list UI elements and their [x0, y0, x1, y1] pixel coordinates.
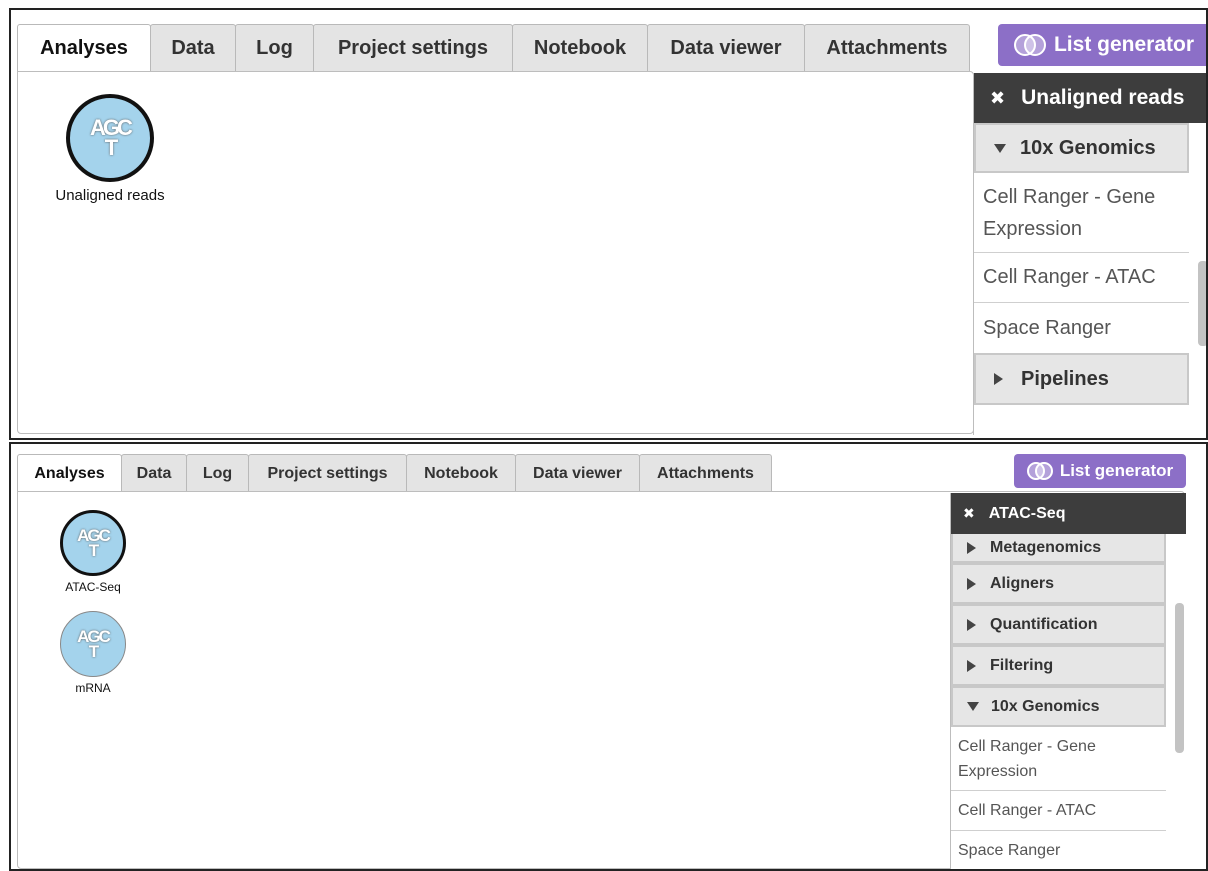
tab-project-settings[interactable]: Project settings: [248, 454, 407, 492]
close-icon[interactable]: ✖: [990, 88, 1005, 109]
task-label: Cell Ranger - Gene Expression: [958, 737, 1096, 780]
group-label: Pipelines: [1021, 367, 1109, 390]
task-label: Cell Ranger - ATAC: [958, 801, 1097, 819]
group-label: Filtering: [990, 656, 1054, 674]
tab-log[interactable]: Log: [186, 454, 249, 492]
tab-notebook[interactable]: Notebook: [406, 454, 516, 492]
tasks-side-panel: ✖ Unaligned reads 10x Genomics Cell Rang…: [973, 73, 1206, 435]
task-label: Cell Ranger - ATAC: [983, 266, 1156, 288]
node-label: ATAC-Seq: [65, 580, 121, 594]
task-cell-ranger-gene-expression[interactable]: Cell Ranger - Gene Expression: [951, 727, 1166, 791]
panel-title: Unaligned reads: [1021, 86, 1185, 109]
tab-bar: Analyses Data Log Project settings Noteb…: [17, 24, 970, 72]
tab-attachments[interactable]: Attachments: [639, 454, 772, 492]
list-generator-label: List generator: [1053, 33, 1195, 56]
venn-icon: [1026, 460, 1055, 482]
group-pipelines[interactable]: Pipelines: [974, 353, 1189, 405]
group-label: 10x Genomics: [1020, 136, 1156, 159]
tasks-side-panel: ✖ ATAC-Seq Metagenomics Aligners Quantif…: [950, 493, 1186, 869]
panel-title: ATAC-Seq: [988, 504, 1066, 522]
panel-scrollbar[interactable]: [1198, 261, 1206, 346]
dna-bases-icon: AGCT: [60, 510, 126, 576]
node-label: mRNA: [75, 681, 111, 695]
tab-data[interactable]: Data: [150, 24, 236, 72]
group-aligners[interactable]: Aligners: [951, 563, 1166, 604]
venn-icon: [1013, 32, 1048, 58]
task-space-ranger[interactable]: Space Ranger: [951, 831, 1166, 869]
tab-data-viewer[interactable]: Data viewer: [515, 454, 640, 492]
tab-analyses[interactable]: Analyses: [17, 24, 151, 72]
bottom-screenshot-panel: Analyses Data Log Project settings Noteb…: [9, 442, 1208, 871]
task-cell-ranger-atac[interactable]: Cell Ranger - ATAC: [974, 253, 1189, 303]
close-icon[interactable]: ✖: [963, 505, 975, 522]
triangle-down-icon: [967, 702, 979, 711]
tab-analyses[interactable]: Analyses: [17, 454, 122, 492]
dna-bases-icon: AGCT: [60, 611, 126, 677]
triangle-down-icon: [994, 143, 1006, 153]
task-cell-ranger-gene-expression[interactable]: Cell Ranger - Gene Expression: [974, 173, 1189, 253]
analysis-canvas[interactable]: AGCT Unaligned reads: [17, 71, 974, 434]
task-label: Space Ranger: [958, 842, 1061, 859]
panel-header: ✖ Unaligned reads: [974, 73, 1206, 123]
group-label: Metagenomics: [990, 538, 1102, 556]
tab-bar: Analyses Data Log Project settings Noteb…: [17, 454, 772, 492]
panel-scrollbar[interactable]: [1175, 603, 1184, 753]
node-unaligned-reads[interactable]: AGCT Unaligned reads: [40, 94, 180, 204]
triangle-right-icon: [967, 659, 976, 672]
tab-data[interactable]: Data: [121, 454, 187, 492]
list-generator-button[interactable]: List generator: [1014, 454, 1186, 488]
triangle-right-icon: [967, 618, 976, 631]
tab-data-viewer[interactable]: Data viewer: [647, 24, 805, 72]
tab-project-settings[interactable]: Project settings: [313, 24, 513, 72]
node-atac-seq[interactable]: AGCT ATAC-Seq: [43, 510, 143, 594]
task-cell-ranger-atac[interactable]: Cell Ranger - ATAC: [951, 791, 1166, 831]
group-10x-genomics[interactable]: 10x Genomics: [951, 686, 1166, 727]
node-mrna[interactable]: AGCT mRNA: [43, 611, 143, 695]
task-label: Space Ranger: [983, 316, 1111, 339]
dna-bases-icon: AGCT: [66, 94, 154, 182]
panel-header: ✖ ATAC-Seq: [951, 493, 1186, 534]
top-screenshot-panel: Analyses Data Log Project settings Noteb…: [9, 8, 1208, 440]
node-label: Unaligned reads: [55, 187, 165, 204]
triangle-right-icon: [967, 541, 976, 554]
group-label: 10x Genomics: [991, 697, 1100, 715]
group-label: Aligners: [990, 574, 1055, 592]
triangle-right-icon: [994, 373, 1003, 385]
list-generator-button[interactable]: List generator: [998, 24, 1206, 66]
triangle-right-icon: [967, 577, 976, 590]
list-generator-label: List generator: [1059, 461, 1174, 480]
tab-attachments[interactable]: Attachments: [804, 24, 970, 72]
task-label: Cell Ranger - Gene Expression: [983, 185, 1156, 240]
task-space-ranger[interactable]: Space Ranger: [974, 303, 1189, 353]
group-quantification[interactable]: Quantification: [951, 604, 1166, 645]
group-label: Quantification: [990, 615, 1098, 633]
group-metagenomics[interactable]: Metagenomics: [951, 534, 1166, 563]
group-filtering[interactable]: Filtering: [951, 645, 1166, 686]
tab-log[interactable]: Log: [235, 24, 314, 72]
tab-notebook[interactable]: Notebook: [512, 24, 648, 72]
group-10x-genomics[interactable]: 10x Genomics: [974, 123, 1189, 173]
